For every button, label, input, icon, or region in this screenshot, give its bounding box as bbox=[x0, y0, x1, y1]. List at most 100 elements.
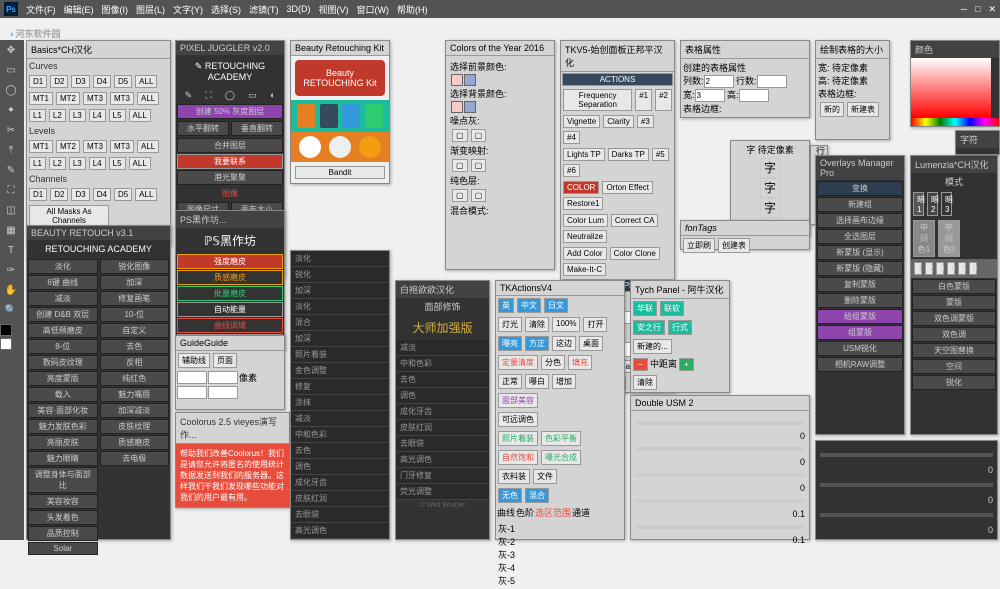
tka-r3-0[interactable]: 定量清度 bbox=[498, 355, 538, 370]
gg-tab1[interactable]: 辅助线 bbox=[178, 353, 210, 368]
br-l15[interactable]: 头发着色 bbox=[28, 510, 98, 525]
ch-all[interactable]: ALL bbox=[135, 188, 157, 201]
lz-b2[interactable]: 双色调蒙版 bbox=[912, 311, 996, 326]
mp-6[interactable]: 去眼袋 bbox=[396, 436, 489, 452]
tp-v2[interactable] bbox=[695, 89, 725, 102]
lz-b6[interactable]: 锐化 bbox=[912, 375, 996, 390]
tk-addc[interactable]: Add Color bbox=[563, 247, 607, 260]
marquee-tool-icon[interactable]: ▭ bbox=[0, 60, 22, 80]
stamp-tool-icon[interactable]: ⛶ bbox=[0, 180, 22, 200]
tka-r10-0[interactable]: 无色 bbox=[498, 488, 522, 503]
cy-c2[interactable] bbox=[464, 74, 476, 86]
tka-en[interactable]: 英 bbox=[498, 298, 514, 313]
tp-v3[interactable] bbox=[739, 89, 769, 102]
lvl-l5[interactable]: L5 bbox=[109, 157, 126, 170]
psb-1[interactable]: 质感磨皮 bbox=[177, 270, 283, 285]
curve-d5[interactable]: D5 bbox=[114, 75, 132, 88]
lz-n1[interactable]: 1 bbox=[914, 262, 922, 275]
brush-tool-icon[interactable]: ✎ bbox=[0, 160, 22, 180]
lz-n3[interactable]: 3 bbox=[936, 262, 944, 275]
lvl-mt2[interactable]: MT2 bbox=[56, 140, 80, 153]
dl-16[interactable]: 去眼袋 bbox=[291, 507, 389, 523]
tk-dtp[interactable]: Darks TP bbox=[608, 148, 649, 161]
dl-3[interactable]: 淡化 bbox=[291, 299, 389, 315]
wand-tool-icon[interactable]: ✦ bbox=[0, 100, 22, 120]
menu-view[interactable]: 视图(V) bbox=[319, 3, 349, 16]
lvl-mt3b[interactable]: MT3 bbox=[110, 140, 134, 153]
br-r7[interactable]: 纯红色 bbox=[100, 371, 170, 386]
move-tool-icon[interactable]: ✥ bbox=[0, 40, 22, 60]
tka-r9-1[interactable]: 文件 bbox=[533, 469, 557, 484]
curve-all[interactable]: ALL bbox=[135, 75, 157, 88]
lz-b3[interactable]: 双色调 bbox=[912, 327, 996, 342]
curve-l5[interactable]: L5 bbox=[109, 109, 126, 122]
mp-3[interactable]: 调色 bbox=[396, 388, 489, 404]
pj-2[interactable]: 垂直翻转 bbox=[231, 121, 283, 136]
lvl-l2[interactable]: L2 bbox=[49, 157, 66, 170]
eraser-tool-icon[interactable]: ◫ bbox=[0, 200, 22, 220]
pj-0[interactable]: 创建 50% 灰度图层 bbox=[177, 104, 283, 119]
tk-cla[interactable]: Clarity bbox=[603, 115, 634, 128]
tka-r6-0[interactable]: 可远调色 bbox=[498, 412, 538, 427]
tka-r3-2[interactable]: 填充 bbox=[568, 355, 592, 370]
tka-r8-1[interactable]: 曝光合成 bbox=[541, 450, 581, 465]
curve-mtall[interactable]: ALL bbox=[137, 92, 159, 105]
lz-b1[interactable]: 蒙版 bbox=[912, 295, 996, 310]
eyedropper-tool-icon[interactable]: ⤒ bbox=[0, 140, 22, 160]
br-r8[interactable]: 魅力嘴唇 bbox=[100, 387, 170, 402]
all-masks-btn[interactable]: All Masks As Channels bbox=[29, 205, 109, 227]
tc2-p1[interactable]: 新建表 bbox=[847, 102, 879, 117]
bs-2[interactable] bbox=[820, 513, 993, 517]
tka-r2-0[interactable]: 曝亮 bbox=[498, 336, 522, 351]
stamp-icon[interactable]: ⛶ bbox=[205, 90, 211, 101]
menu-image[interactable]: 图像(I) bbox=[102, 3, 129, 16]
curve-d2[interactable]: D2 bbox=[50, 75, 68, 88]
tka-r2-1[interactable]: 方正 bbox=[525, 336, 549, 351]
dl-8[interactable]: 修复 bbox=[291, 379, 389, 395]
du-slider-0[interactable] bbox=[635, 421, 805, 425]
ty-new[interactable]: 新建的... bbox=[633, 339, 672, 354]
menu-file[interactable]: 文件(F) bbox=[26, 3, 56, 16]
lz-n5[interactable]: 5 bbox=[958, 262, 966, 275]
tk-n4[interactable]: #4 bbox=[563, 131, 580, 144]
ft-b1[interactable]: 立即刷 bbox=[683, 238, 715, 253]
cy-b6[interactable]: ▢ bbox=[471, 189, 487, 202]
ov-0[interactable]: 变换 bbox=[817, 181, 903, 196]
tka-cn[interactable]: 中文 bbox=[517, 298, 541, 313]
br-r2[interactable]: 修复画笔 bbox=[100, 291, 170, 306]
lvl-l1[interactable]: L1 bbox=[29, 157, 46, 170]
br-l6[interactable]: 数码皮纹理 bbox=[28, 355, 98, 370]
ch-d4[interactable]: D4 bbox=[93, 188, 111, 201]
fg-color[interactable] bbox=[0, 324, 12, 336]
tka-jp[interactable]: 日文 bbox=[544, 298, 568, 313]
type-tool-icon[interactable]: T bbox=[0, 240, 22, 260]
psb-2[interactable]: 批量磨皮 bbox=[177, 286, 283, 301]
lz-b4[interactable]: 天空图替换 bbox=[912, 343, 996, 358]
tk-restore[interactable]: Restore1 bbox=[563, 197, 603, 210]
br-l14[interactable]: 美容妆容 bbox=[28, 494, 98, 509]
dl-1[interactable]: 锐化 bbox=[291, 267, 389, 283]
curve-mt3[interactable]: MT3 bbox=[83, 92, 107, 105]
du-slider-3[interactable] bbox=[635, 499, 805, 503]
pj-3[interactable]: 合并图层 bbox=[177, 138, 283, 153]
br-r0[interactable]: 锐化图像 bbox=[100, 259, 170, 274]
cy-b5[interactable]: ▢ bbox=[452, 189, 468, 202]
ov-1[interactable]: 新建组 bbox=[817, 197, 903, 212]
mp-7[interactable]: 高光调色 bbox=[396, 452, 489, 468]
tka-r4-2[interactable]: 增加 bbox=[552, 374, 576, 389]
dl-11[interactable]: 中和色彩 bbox=[291, 427, 389, 443]
tk-cclone[interactable]: Color Clone bbox=[610, 247, 660, 260]
ty-1[interactable]: 联软 bbox=[660, 301, 684, 316]
bs-0[interactable] bbox=[820, 453, 993, 457]
dl-4[interactable]: 混合 bbox=[291, 315, 389, 331]
tk-cca[interactable]: Correct CA bbox=[611, 214, 659, 227]
lz-m1[interactable]: 中间色1 bbox=[913, 220, 935, 257]
pj-4[interactable]: 我要联系 bbox=[177, 154, 283, 169]
br-r9[interactable]: 加深减淡 bbox=[100, 403, 170, 418]
tk-ltp[interactable]: Lights TP bbox=[563, 148, 605, 161]
ty-clear[interactable]: 清除 bbox=[633, 375, 657, 390]
ov-10[interactable]: USM锐化 bbox=[817, 341, 903, 356]
lz-b0[interactable]: 白色蒙版 bbox=[912, 279, 996, 294]
lz-d2[interactable]: 暗2 bbox=[927, 192, 938, 216]
tk-mic[interactable]: Make-It-C bbox=[563, 263, 606, 276]
